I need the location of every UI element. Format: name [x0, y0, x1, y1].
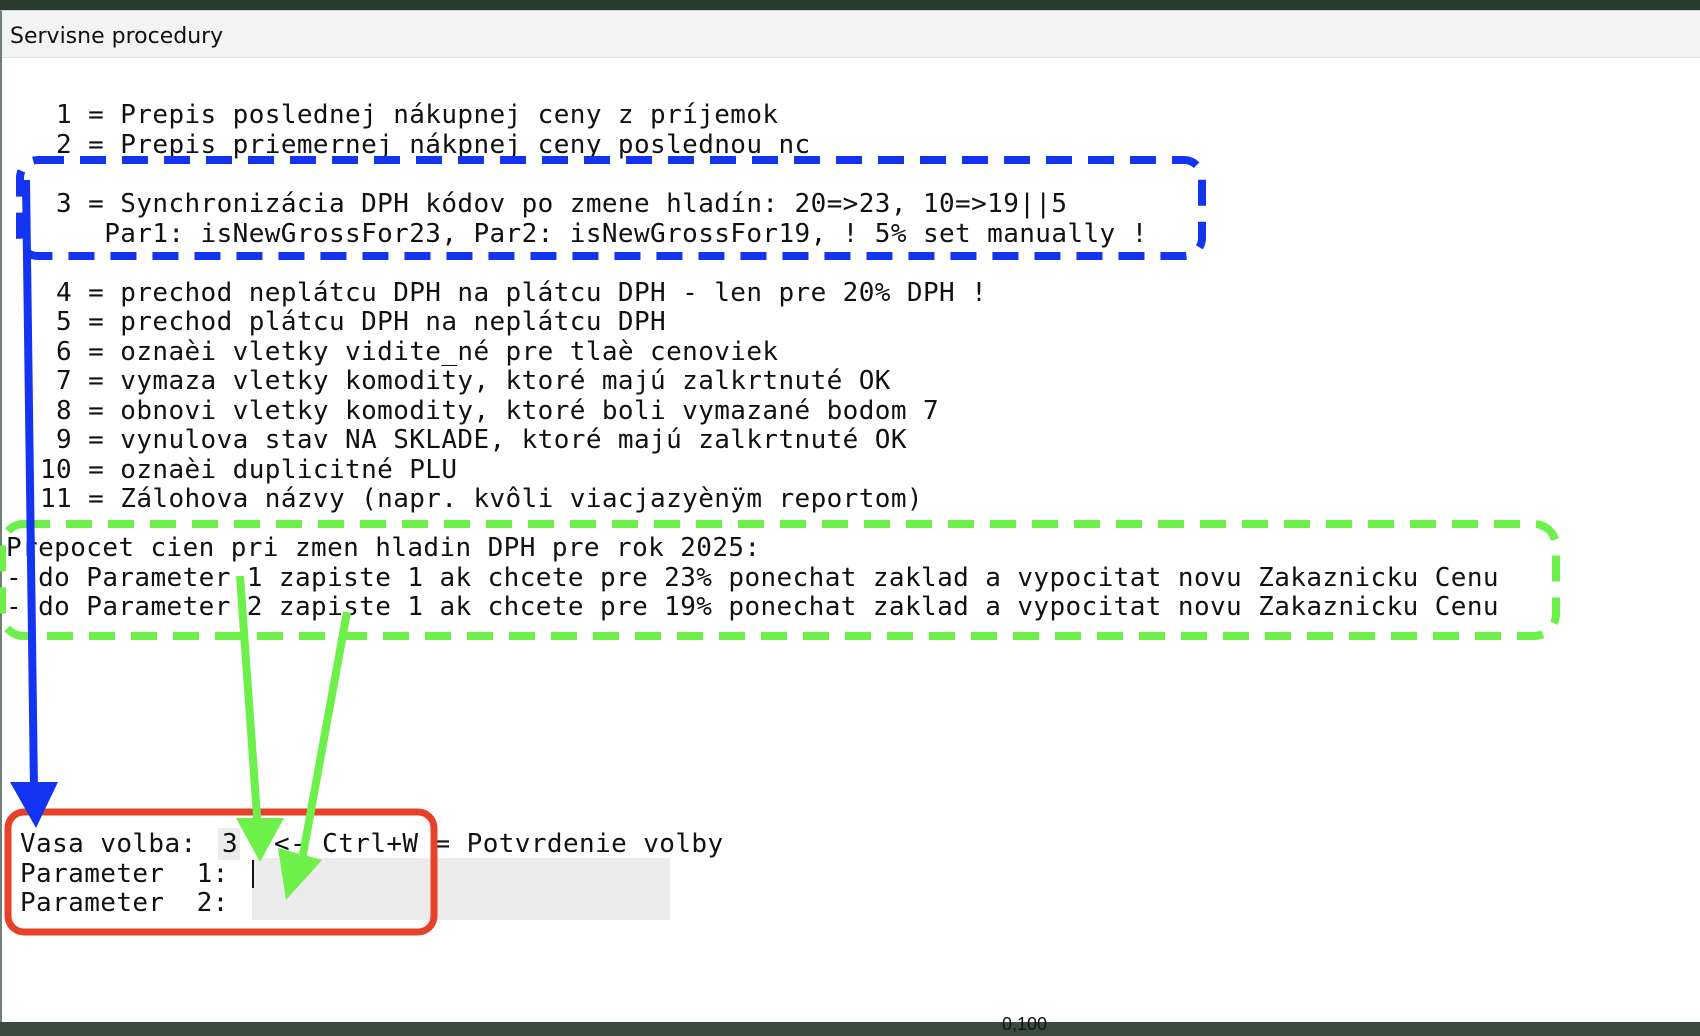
green-arrow-1	[236, 575, 262, 831]
annotation-overlay	[0, 156, 1560, 936]
taskbar-value: 0,100	[1002, 1014, 1048, 1034]
green-arrow-2-head	[278, 848, 322, 900]
blue-arrow-head	[10, 782, 58, 828]
red-highlight-box	[4, 808, 438, 936]
blue-highlight-box	[16, 156, 1206, 260]
green-arrow-1-head	[236, 818, 284, 862]
green-arrow-2	[298, 611, 351, 861]
taskbar-strip: 0,100	[0, 1014, 1700, 1036]
blue-arrow	[22, 179, 38, 791]
green-highlight-box	[0, 520, 1560, 640]
